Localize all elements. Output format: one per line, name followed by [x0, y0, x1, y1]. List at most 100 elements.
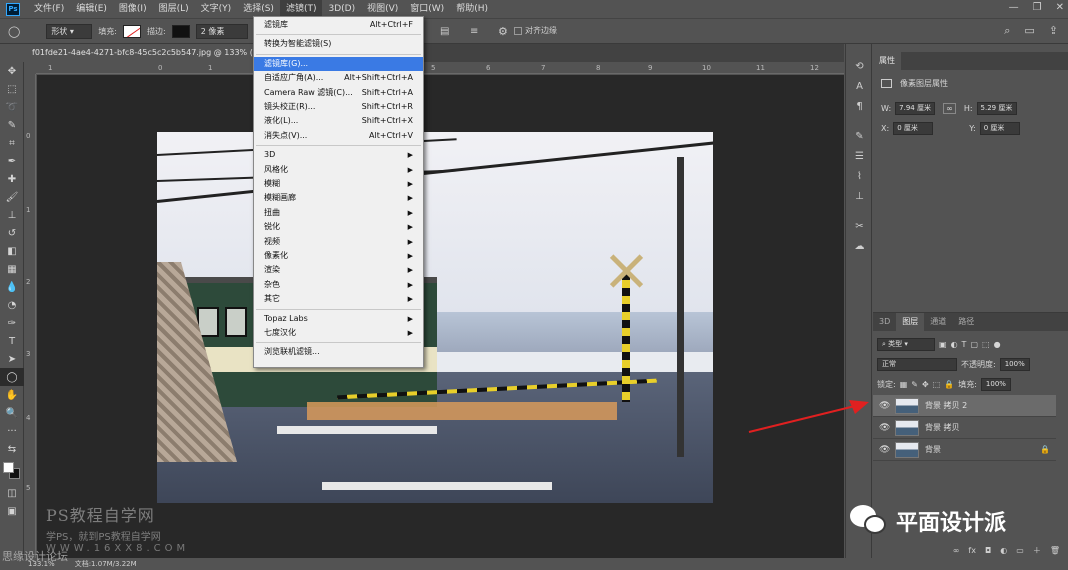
fill-swatch[interactable] — [123, 24, 142, 38]
dodge-tool-icon[interactable]: ◔ — [0, 296, 24, 314]
close-icon[interactable]: ✕ — [1056, 2, 1064, 13]
filter-shape-icon[interactable]: ▢ — [970, 340, 978, 349]
menu-image[interactable]: 图像(I) — [113, 0, 153, 18]
opacity-field[interactable]: 100% — [999, 358, 1030, 371]
eye-icon[interactable]: 👁 — [879, 445, 890, 455]
filter-menu-item[interactable]: 模糊画廊 ▶ — [254, 191, 423, 205]
align-icon[interactable]: ≡ — [470, 26, 478, 37]
move-tool-icon[interactable]: ✥ — [0, 62, 24, 80]
filter-menu-item[interactable]: 锐化 ▶ — [254, 220, 423, 234]
eraser-tool-icon[interactable]: ◧ — [0, 242, 24, 260]
eye-icon[interactable]: 👁 — [879, 423, 890, 433]
hand-tool-icon[interactable]: ✋ — [0, 386, 24, 404]
menu-file[interactable]: 文件(F) — [28, 0, 70, 18]
lock-all-icon[interactable]: 🔒 — [944, 380, 954, 389]
brush-tool-icon[interactable]: 🖌 — [0, 188, 24, 206]
ellipse-tool-icon[interactable]: ◯ — [8, 25, 20, 38]
minimize-icon[interactable]: — — [1009, 2, 1019, 13]
filter-menu-item[interactable]: 视频 ▶ — [254, 235, 423, 249]
gear-icon[interactable]: ⚙ — [498, 25, 508, 38]
lock-move-icon[interactable]: ✥ — [922, 380, 929, 389]
history-brush-icon[interactable]: ↺ — [0, 224, 24, 242]
marquee-tool-icon[interactable]: ⬚ — [0, 80, 24, 98]
filter-menu-item[interactable]: 七度汉化 ▶ — [254, 326, 423, 340]
clone-source-icon[interactable]: ⊥ — [846, 186, 873, 206]
more-tools-icon[interactable]: ··· — [0, 422, 24, 440]
filter-pixel-icon[interactable]: ▣ — [939, 340, 947, 349]
color-swatches-icon[interactable] — [0, 458, 24, 484]
healing-tool-icon[interactable]: ✚ — [0, 170, 24, 188]
eye-icon[interactable]: 👁 — [879, 401, 890, 411]
filter-menu-item[interactable]: 像素化 ▶ — [254, 249, 423, 263]
path-ops-icon[interactable]: ▤ — [440, 26, 449, 37]
brushes-icon[interactable]: ⌇ — [846, 166, 873, 186]
filter-menu-item[interactable]: 自适应广角(A)... Alt+Shift+Ctrl+A — [254, 71, 423, 85]
trash-icon[interactable]: 🗑 — [1050, 546, 1060, 555]
tab-3d[interactable]: 3D — [873, 313, 896, 331]
stamp-tool-icon[interactable]: ⊥ — [0, 206, 24, 224]
filter-menu-item[interactable]: 滤镜库 Alt+Ctrl+F — [254, 18, 423, 32]
lock-artboard-icon[interactable]: ⬚ — [933, 380, 941, 389]
path-select-tool-icon[interactable]: ➤ — [0, 350, 24, 368]
tab-channels[interactable]: 通道 — [924, 313, 952, 331]
add-mask-icon[interactable]: ◘ — [985, 546, 991, 555]
filter-menu-item[interactable]: 转换为智能滤镜(S) — [254, 37, 423, 51]
filter-menu-item[interactable]: Topaz Labs ▶ — [254, 312, 423, 326]
align-edges-checkbox[interactable] — [514, 26, 522, 35]
filter-menu-item[interactable]: 杂色 ▶ — [254, 278, 423, 292]
link-layers-icon[interactable]: ∞ — [953, 546, 960, 555]
stroke-swatch[interactable] — [171, 24, 190, 38]
menu-help[interactable]: 帮助(H) — [450, 0, 494, 18]
filter-adjust-icon[interactable]: ◐ — [951, 340, 958, 349]
height-field[interactable]: 5.29 厘米 — [976, 102, 1017, 115]
document-tab[interactable]: f01fde21-4ae4-4271-bfc8-45c5c2c5b547.jpg… — [24, 44, 269, 62]
filter-menu-item[interactable]: Camera Raw 滤镜(C)... Shift+Ctrl+A — [254, 86, 423, 100]
type-tool-icon[interactable]: T — [0, 332, 24, 350]
filter-menu-item[interactable]: 消失点(V)... Alt+Ctrl+V — [254, 129, 423, 143]
x-field[interactable]: 0 厘米 — [893, 122, 934, 135]
share-icon[interactable]: ⇪ — [1049, 24, 1058, 38]
paragraph-icon[interactable]: ¶ — [846, 96, 873, 116]
filter-menu-item[interactable]: 风格化 ▶ — [254, 163, 423, 177]
fx-icon[interactable]: fx — [968, 546, 976, 555]
filter-menu-item[interactable]: 其它 ▶ — [254, 292, 423, 306]
filter-smart-icon[interactable]: ⬚ — [982, 340, 990, 349]
canvas-image[interactable] — [157, 132, 713, 503]
lock-pixels-icon[interactable]: ▦ — [900, 380, 908, 389]
brush-settings-icon[interactable]: ✎ — [846, 126, 873, 146]
filter-menu-item[interactable]: 镜头校正(R)... Shift+Ctrl+R — [254, 100, 423, 114]
stroke-width-field[interactable]: 2 像素 — [195, 23, 248, 39]
workspace-icon[interactable]: ▭ — [1024, 24, 1034, 38]
filter-menu-item[interactable]: 渲染 ▶ — [254, 263, 423, 277]
layer-name[interactable]: 背景 — [925, 444, 941, 455]
tab-layers[interactable]: 图层 — [896, 313, 925, 331]
quick-select-tool-icon[interactable]: ✎ — [0, 116, 24, 134]
swap-colors-icon[interactable]: ⇆ — [0, 440, 24, 458]
layer-filter-select[interactable]: ⌕ 类型 ▾ — [877, 338, 935, 351]
blend-mode-select[interactable]: 正常 — [877, 358, 957, 371]
width-field[interactable]: 7.94 厘米 — [895, 102, 936, 115]
zoom-tool-icon[interactable]: 🔍 — [0, 404, 24, 422]
layer-name[interactable]: 背景 拷贝 2 — [925, 400, 967, 411]
tools-preset-icon[interactable]: ✂ — [846, 216, 873, 236]
menu-type[interactable]: 文字(Y) — [195, 0, 238, 18]
filter-menu-item[interactable]: 扭曲 ▶ — [254, 206, 423, 220]
eyedropper-tool-icon[interactable]: ✒ — [0, 152, 24, 170]
layer-name[interactable]: 背景 拷贝 — [925, 422, 960, 433]
quick-mask-icon[interactable]: ◫ — [0, 484, 24, 502]
libraries-icon[interactable]: ☁ — [846, 236, 873, 256]
filter-menu-item[interactable]: 液化(L)... Shift+Ctrl+X — [254, 114, 423, 128]
history-icon[interactable]: ⟲ — [846, 56, 873, 76]
filter-menu-item[interactable]: 浏览联机滤镜... — [254, 345, 423, 359]
lock-paint-icon[interactable]: ✎ — [911, 380, 918, 389]
ellipse-tool-icon[interactable]: ◯ — [0, 368, 24, 386]
group-icon[interactable]: ▭ — [1016, 546, 1024, 555]
screen-mode-icon[interactable]: ▣ — [0, 502, 24, 520]
layer-row[interactable]: 👁 背景 拷贝 2 — [873, 395, 1056, 417]
gradient-tool-icon[interactable]: ▦ — [0, 260, 24, 278]
tab-paths[interactable]: 路径 — [952, 313, 980, 331]
pen-tool-icon[interactable]: ✑ — [0, 314, 24, 332]
restore-icon[interactable]: ❐ — [1033, 2, 1042, 13]
search-icon[interactable]: ⌕ — [1004, 24, 1010, 38]
fill-field[interactable]: 100% — [980, 378, 1011, 391]
